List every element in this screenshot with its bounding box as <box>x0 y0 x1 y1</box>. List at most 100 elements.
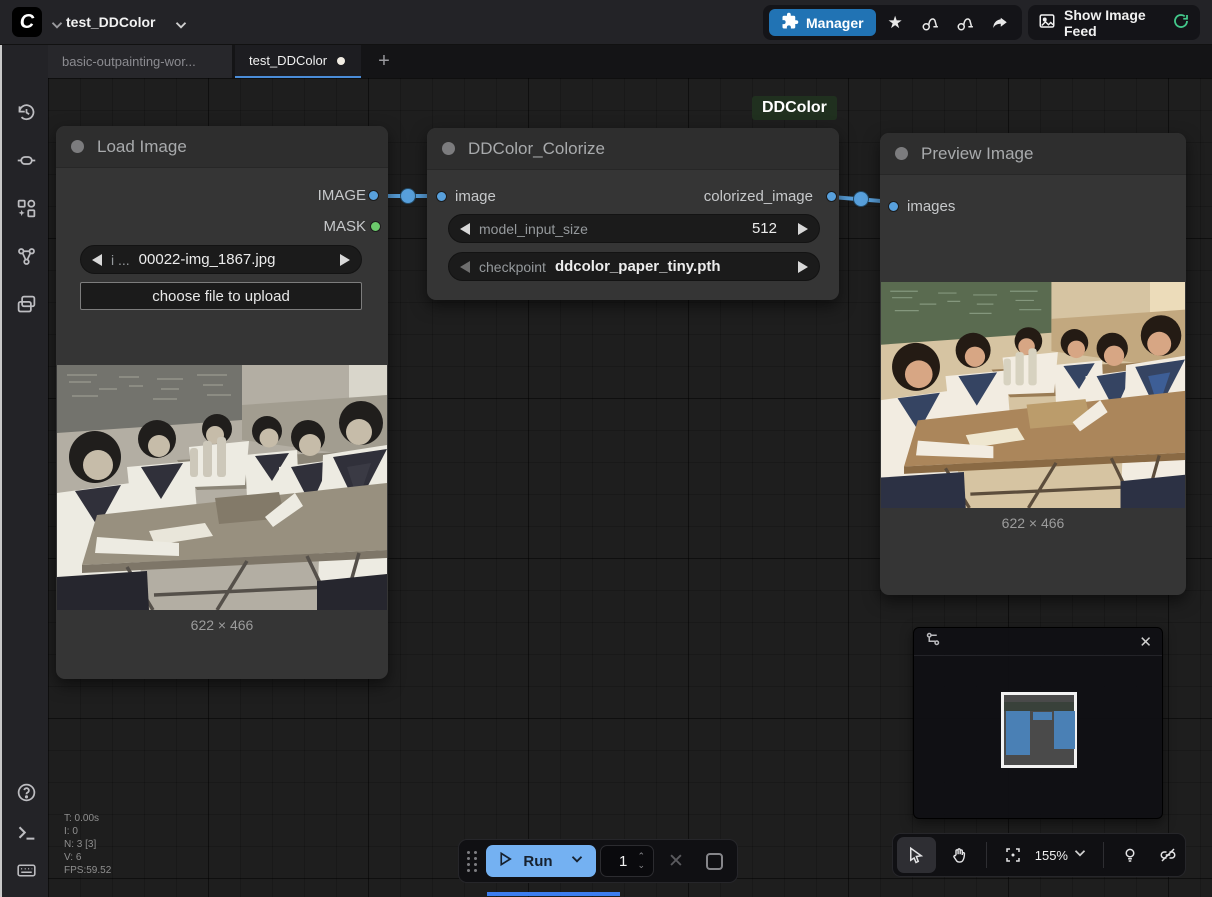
node-ddcolor-colorize[interactable]: DDColor_Colorize image colorized_image m… <box>427 128 839 300</box>
next-value-arrow-icon[interactable] <box>798 261 808 273</box>
minimap-panel: ✕ <box>913 627 1163 819</box>
output-slot-colorized-image[interactable] <box>826 191 837 202</box>
input-slot-images[interactable] <box>888 201 899 212</box>
widget-value: ddcolor_paper_tiny.pth <box>555 258 721 275</box>
puzzle-icon <box>781 12 799 33</box>
workflow-tabs-bar: basic-outpainting-wor... test_DDColor + <box>48 45 1212 78</box>
pan-tool-button[interactable] <box>940 837 979 873</box>
manager-button-group: Manager ★ <box>763 5 1022 40</box>
output-slot-image[interactable] <box>368 190 379 201</box>
next-value-arrow-icon[interactable] <box>798 223 808 235</box>
collapse-dot[interactable] <box>442 142 455 155</box>
zoom-level-value[interactable]: 155% <box>1035 848 1068 863</box>
minimap-group-strip <box>1004 702 1074 711</box>
show-image-feed-button[interactable]: Show Image Feed <box>1034 7 1194 39</box>
stat-values: V: 6 <box>64 851 111 864</box>
keyboard-shortcuts-icon[interactable] <box>14 858 38 882</box>
cancel-run-icon[interactable]: ✕ <box>668 850 684 873</box>
node-title: Load Image <box>97 137 187 157</box>
minimap-viewport[interactable] <box>1001 692 1077 768</box>
tab-basic-outpainting[interactable]: basic-outpainting-wor... <box>48 45 232 78</box>
minimap-close-icon[interactable]: ✕ <box>1139 633 1152 651</box>
zoom-chevron-icon[interactable] <box>1071 844 1089 867</box>
run-button[interactable]: Run <box>486 845 596 877</box>
queue-history-icon[interactable] <box>14 100 38 124</box>
comfyui-logo[interactable]: C <box>12 7 42 37</box>
image-file-combo-widget[interactable]: i ... 00022-img_1867.jpg <box>80 245 362 274</box>
colorized-classroom-photo <box>881 282 1185 508</box>
output-label-colorized-image: colorized_image <box>704 188 813 205</box>
tab-test-ddcolor[interactable]: test_DDColor <box>235 45 361 78</box>
stop-icon[interactable] <box>706 853 723 870</box>
node-connections-icon[interactable] <box>14 148 38 172</box>
unsaved-changes-dot <box>337 57 345 65</box>
canvas-toolbar: 155% <box>892 833 1186 877</box>
preview-image-header[interactable]: Preview Image <box>880 133 1186 175</box>
new-tab-button[interactable]: + <box>366 45 402 78</box>
feed-refresh-icon <box>1172 12 1190 33</box>
help-icon[interactable] <box>14 780 38 804</box>
workflow-menu-chevron-icon[interactable] <box>172 16 190 39</box>
prev-value-arrow-icon[interactable] <box>460 223 470 235</box>
fit-view-button[interactable] <box>998 837 1029 873</box>
batch-count-input[interactable]: 1 ⌃⌄ <box>600 845 654 877</box>
ddcolor-header[interactable]: DDColor_Colorize <box>427 128 839 170</box>
group-title-ddcolor[interactable]: DDColor <box>752 96 837 120</box>
terminal-icon[interactable] <box>14 820 38 844</box>
stat-iterations: I: 0 <box>64 825 111 838</box>
grayscale-classroom-photo <box>57 365 387 610</box>
collapse-dot[interactable] <box>895 147 908 160</box>
vacuum-clean-icon[interactable] <box>915 9 946 36</box>
stat-node-count: N: 3 [3] <box>64 838 111 851</box>
node-title: DDColor_Colorize <box>468 139 605 159</box>
manager-button[interactable]: Manager <box>769 9 876 36</box>
toggle-links-visibility-button[interactable] <box>1150 837 1185 873</box>
favorites-star-icon[interactable]: ★ <box>880 9 911 36</box>
choose-file-button[interactable]: choose file to upload <box>80 282 362 310</box>
widget-value: 512 <box>752 220 777 237</box>
checkpoint-widget[interactable]: checkpoint ddcolor_paper_tiny.pth <box>448 252 820 281</box>
input-image-preview[interactable] <box>57 365 387 610</box>
output-slot-mask[interactable] <box>370 221 381 232</box>
widget-label: checkpoint <box>479 259 546 275</box>
drag-handle[interactable] <box>467 851 481 872</box>
minimap-header: ✕ <box>914 628 1162 656</box>
left-sidebar <box>0 45 48 897</box>
bottom-blue-strip <box>487 892 620 896</box>
widget-value: 00022-img_1867.jpg <box>139 251 276 268</box>
play-icon <box>496 850 514 872</box>
batch-count-value[interactable]: 1 <box>609 853 637 870</box>
node-load-image[interactable]: Load Image IMAGE MASK i ... 00022-img_18… <box>56 126 388 679</box>
stat-time: T: 0.00s <box>64 812 111 825</box>
graph-canvas[interactable]: DDColor Load Image IMAGE MASK i ... 0002… <box>48 78 1212 897</box>
graph-nodes-icon <box>924 630 942 653</box>
node-library-icon[interactable] <box>14 196 38 220</box>
top-menubar: C test_DDColor Manager ★ Show Image F <box>0 0 1212 45</box>
prev-value-arrow-icon[interactable] <box>460 261 470 273</box>
collapse-dot[interactable] <box>71 140 84 153</box>
vacuum-clean-alt-icon[interactable] <box>950 9 981 36</box>
workflows-browser-icon[interactable] <box>14 292 38 316</box>
workflow-title[interactable]: test_DDColor <box>66 14 155 30</box>
toolbar-divider <box>986 842 987 868</box>
batch-stepper[interactable]: ⌃⌄ <box>637 853 645 869</box>
model-input-size-widget[interactable]: model_input_size 512 <box>448 214 820 243</box>
image-size-caption: 622 × 466 <box>880 515 1186 531</box>
output-image-preview[interactable] <box>881 282 1185 508</box>
model-library-icon[interactable] <box>14 244 38 268</box>
stat-fps: FPS:59.52 <box>64 864 111 877</box>
logo-menu-chevron-icon[interactable] <box>48 16 66 39</box>
output-label-mask: MASK <box>323 218 366 235</box>
node-preview-image[interactable]: Preview Image images 622 × 466 <box>880 133 1186 595</box>
run-options-chevron-icon[interactable] <box>568 850 586 872</box>
toggle-theme-bulb-button[interactable] <box>1115 837 1146 873</box>
select-tool-button[interactable] <box>897 837 936 873</box>
load-image-header[interactable]: Load Image <box>56 126 388 168</box>
widget-label: model_input_size <box>479 221 588 237</box>
prev-value-arrow-icon[interactable] <box>92 254 102 266</box>
input-slot-image[interactable] <box>436 191 447 202</box>
next-value-arrow-icon[interactable] <box>340 254 350 266</box>
image-icon <box>1038 12 1056 33</box>
share-icon[interactable] <box>985 9 1016 36</box>
widget-label: i ... <box>111 252 130 268</box>
